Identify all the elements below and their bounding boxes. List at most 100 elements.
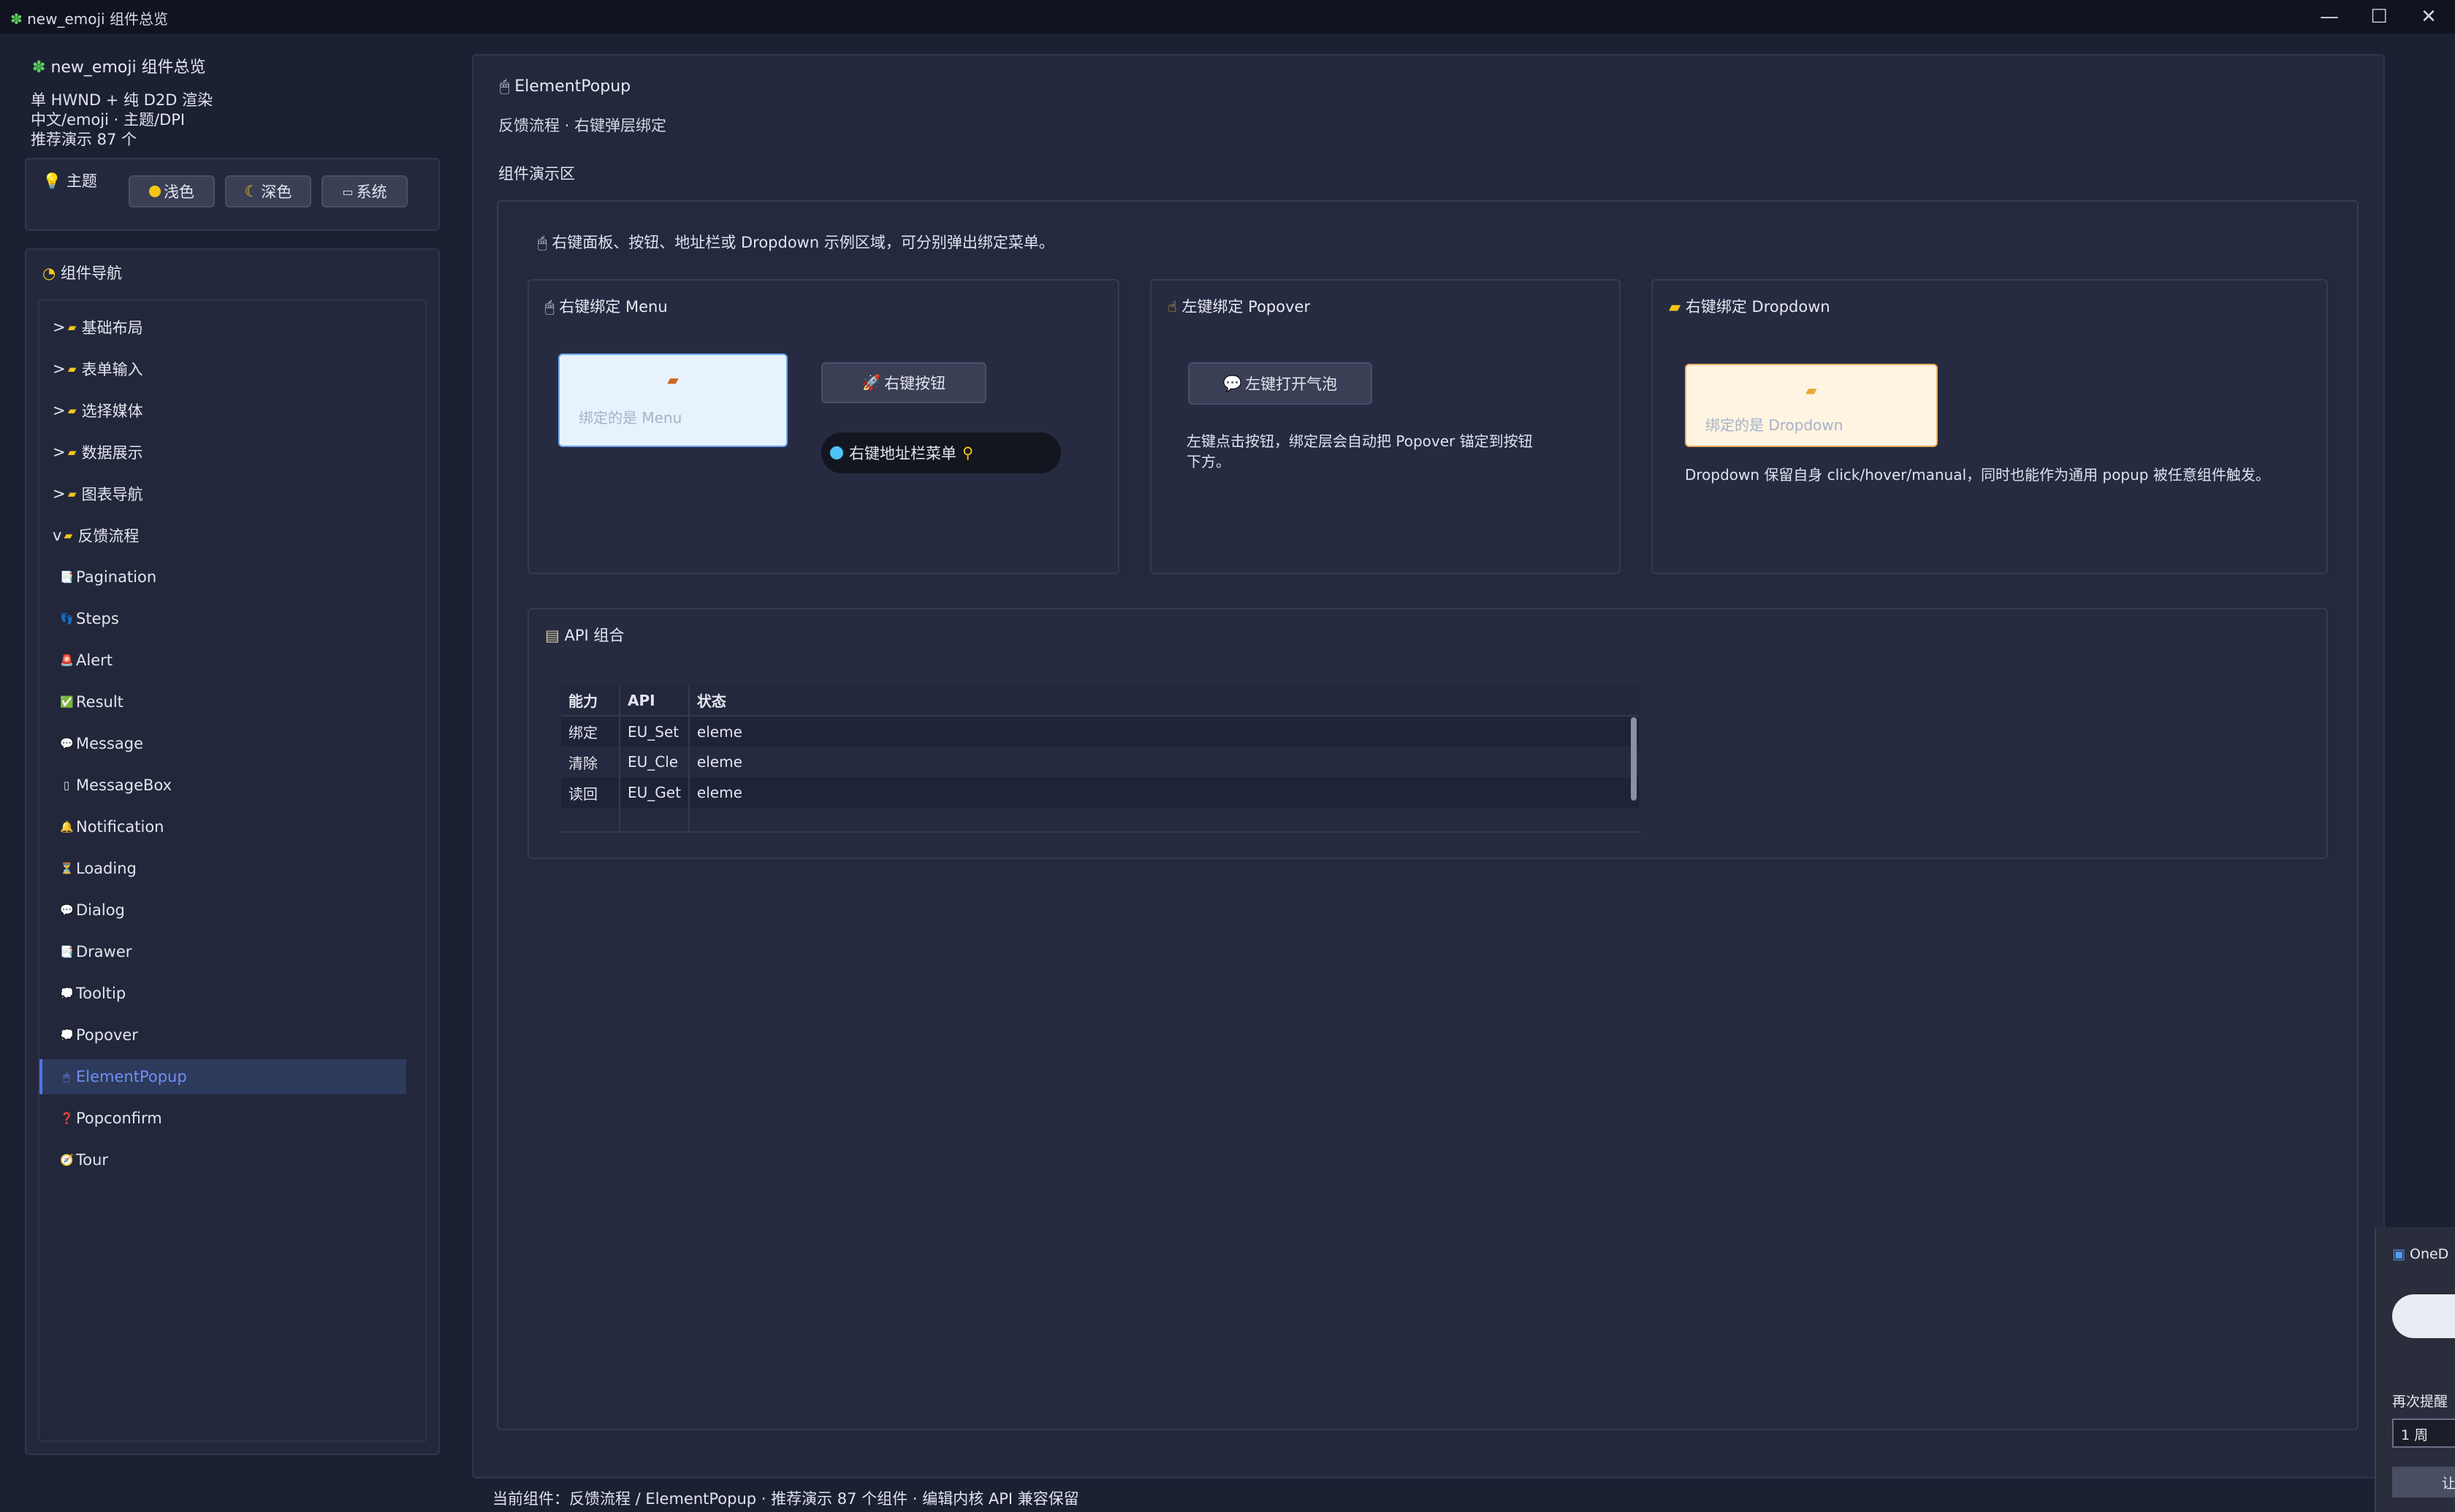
folder-icon: ▰ bbox=[67, 487, 77, 500]
minimize-button[interactable]: — bbox=[2307, 3, 2351, 31]
table-row[interactable]: 绑定 EU_Set eleme bbox=[561, 716, 1639, 747]
nav-item[interactable]: v ▰ 反馈流程 bbox=[39, 518, 406, 553]
right-click-button[interactable]: 🚀 右键按钮 bbox=[821, 362, 986, 403]
nav-item[interactable]: > ▰ 表单输入 bbox=[39, 351, 406, 386]
nav-item[interactable]: 🧭 Tour bbox=[39, 1142, 406, 1177]
notification-toast[interactable]: ▣ OneD 再次提醒 1 周 让 bbox=[2375, 1227, 2455, 1512]
nav-item[interactable]: > ▰ 基础布局 bbox=[39, 310, 406, 345]
table-row[interactable]: 清除 EU_Cle eleme bbox=[561, 747, 1639, 777]
status-bar: 当前组件：反馈流程 / ElementPopup · 推荐演示 87 个组件 ·… bbox=[492, 1490, 1079, 1508]
app-info-line: 推荐演示 87 个 bbox=[31, 131, 137, 148]
app-info-line: 单 HWND + 纯 D2D 渲染 bbox=[31, 91, 213, 109]
nav-item-icon: 🔔 bbox=[60, 820, 74, 833]
nav-item-label: 反馈流程 bbox=[77, 527, 140, 545]
popover-card-title: ☝ 左键绑定 Popover bbox=[1168, 295, 1310, 317]
nav-item-label: Steps bbox=[76, 610, 119, 627]
theme-label-text: 主题 bbox=[66, 172, 97, 190]
demo-hint-text: 右键面板、按钮、地址栏或 Dropdown 示例区域，可分别弹出绑定菜单。 bbox=[552, 234, 1054, 251]
nav-item[interactable]: 💬 Message bbox=[39, 726, 406, 761]
nav-item[interactable]: > ▰ 选择媒体 bbox=[39, 393, 406, 428]
table-scrollbar[interactable] bbox=[1631, 717, 1637, 801]
menu-card[interactable]: 🖱 右键绑定 Menu ▰ 绑定的是 Menu 🚀 右键按钮 右键地址栏菜单 ⚲ bbox=[528, 279, 1119, 574]
demo-area-label: 组件演示区 bbox=[498, 165, 575, 183]
nav-item-icon: 🚨 bbox=[60, 654, 74, 667]
folder-open-icon: ▰ bbox=[1805, 381, 1817, 399]
dropdown-card[interactable]: ▰ 右键绑定 Dropdown ▰ 绑定的是 Dropdown Dropdown… bbox=[1651, 279, 2328, 574]
mouse-icon: 🖱 bbox=[538, 234, 547, 251]
nav-panel: ◔ 组件导航 > ▰ 基础布局 > ▰ 表单输入 > ▰ 选择媒体 > ▰ 数据展示 > ▰ 图表导航 v ▰ 反… bbox=[25, 248, 440, 1455]
popover-card[interactable]: ☝ 左键绑定 Popover 💬 左键打开气泡 左键点击按钮，绑定层会自动把 P… bbox=[1150, 279, 1621, 574]
main-panel: 🖱 ElementPopup 反馈流程 · 右键弹层绑定 组件演示区 🖱 右键面… bbox=[472, 54, 2385, 1478]
chevron-right-icon: > bbox=[53, 360, 66, 378]
nav-item-label: Popconfirm bbox=[76, 1110, 162, 1127]
address-bar[interactable]: 右键地址栏菜单 ⚲ bbox=[821, 432, 1061, 473]
nav-item[interactable]: 👣 Steps bbox=[39, 601, 406, 636]
nav-item[interactable]: 📑 Drawer bbox=[39, 934, 406, 969]
nav-item-icon: 💬 bbox=[60, 737, 74, 750]
snooze-select[interactable]: 1 周 bbox=[2392, 1419, 2455, 1448]
nav-item-icon: ▯ bbox=[63, 779, 70, 792]
nav-item[interactable]: ▯ MessageBox bbox=[39, 768, 406, 803]
nav-item-icon: 🖱 bbox=[63, 1070, 70, 1083]
nav-item[interactable]: 💬 Dialog bbox=[39, 893, 406, 928]
api-header-capability: 能力 bbox=[561, 685, 620, 717]
dropdown-bound-box[interactable]: ▰ 绑定的是 Dropdown bbox=[1685, 364, 1938, 447]
dropdown-card-title-text: 右键绑定 Dropdown bbox=[1685, 298, 1830, 316]
nav-item-icon: 👣 bbox=[60, 612, 74, 625]
window-title-text: new_emoji 组件总览 bbox=[27, 10, 168, 28]
table-cell: EU_Cle bbox=[620, 747, 690, 777]
dropdown-box-text: 绑定的是 Dropdown bbox=[1705, 416, 1843, 434]
app-logo-icon: ✽ bbox=[32, 58, 46, 77]
maximize-button[interactable]: ☐ bbox=[2357, 3, 2401, 31]
app-logo-icon: ✽ bbox=[10, 10, 23, 28]
nav-item[interactable]: 💭 Popover bbox=[39, 1017, 406, 1053]
folder-icon: ▰ bbox=[67, 321, 77, 334]
theme-dark-button[interactable]: ☾ 深色 bbox=[225, 175, 311, 207]
moon-icon: ☾ bbox=[244, 183, 259, 200]
table-cell: 读回 bbox=[561, 777, 620, 808]
speech-bubble-icon: 💬 bbox=[1222, 374, 1243, 392]
nav-item-label: Pagination bbox=[76, 568, 157, 586]
nav-item-icon: 💭 bbox=[60, 987, 74, 1000]
chevron-right-icon: > bbox=[53, 443, 66, 461]
nav-item[interactable]: > ▰ 数据展示 bbox=[39, 435, 406, 470]
nav-item[interactable]: 🔔 Notification bbox=[39, 809, 406, 844]
toast-action-button[interactable]: 让 bbox=[2392, 1467, 2455, 1497]
theme-system-button[interactable]: ▭ 系统 bbox=[321, 175, 408, 207]
clipboard-icon: ▤ bbox=[545, 627, 560, 644]
nav-item-label: Message bbox=[76, 735, 144, 752]
api-header-status: 状态 bbox=[688, 685, 1639, 717]
nav-item-icon: ✅ bbox=[60, 695, 74, 709]
close-button[interactable]: ✕ bbox=[2407, 3, 2451, 31]
nav-item[interactable]: 🖱 ElementPopup bbox=[39, 1059, 406, 1094]
nav-item[interactable]: ❓ Popconfirm bbox=[39, 1101, 406, 1136]
globe-icon bbox=[830, 446, 843, 459]
nav-item[interactable]: 🚨 Alert bbox=[39, 643, 406, 678]
nav-item[interactable]: > ▰ 图表导航 bbox=[39, 476, 406, 511]
nav-item[interactable]: 📑 Pagination bbox=[39, 560, 406, 595]
nav-item-label: Popover bbox=[76, 1026, 138, 1044]
table-row bbox=[561, 808, 1639, 831]
right-click-button-label: 右键按钮 bbox=[884, 375, 946, 392]
nav-item-label: Dialog bbox=[76, 901, 125, 919]
page-title-text: ElementPopup bbox=[514, 77, 631, 96]
address-bar-text: 右键地址栏菜单 bbox=[849, 445, 956, 462]
theme-light-button[interactable]: 浅色 bbox=[129, 175, 215, 207]
menu-bound-box[interactable]: ▰ 绑定的是 Menu bbox=[558, 354, 788, 447]
open-popover-button[interactable]: 💬 左键打开气泡 bbox=[1188, 362, 1372, 405]
nav-item[interactable]: ✅ Result bbox=[39, 684, 406, 719]
folder-icon: ▰ bbox=[67, 404, 77, 417]
folder-icon: ▰ bbox=[67, 446, 77, 459]
chevron-down-icon: v bbox=[53, 527, 62, 544]
nav-item[interactable]: ⏳ Loading bbox=[39, 851, 406, 886]
nav-item-label: Alert bbox=[76, 652, 113, 669]
toast-app-name: OneD bbox=[2410, 1246, 2449, 1262]
nav-item[interactable]: 💭 Tooltip bbox=[39, 976, 406, 1011]
table-cell: eleme bbox=[688, 777, 1639, 808]
demo-area[interactable]: 🖱 右键面板、按钮、地址栏或 Dropdown 示例区域，可分别弹出绑定菜单。 … bbox=[497, 200, 2359, 1430]
nav-item-label: ElementPopup bbox=[76, 1068, 187, 1085]
nav-item-label: 数据展示 bbox=[81, 444, 143, 462]
api-table: 能力 API 状态 绑定 EU_Set eleme 清除 EU_Cle elem… bbox=[561, 685, 1639, 831]
table-row[interactable]: 读回 EU_Get eleme bbox=[561, 777, 1639, 808]
app-info-line: 中文/emoji · 主题/DPI bbox=[31, 111, 186, 129]
